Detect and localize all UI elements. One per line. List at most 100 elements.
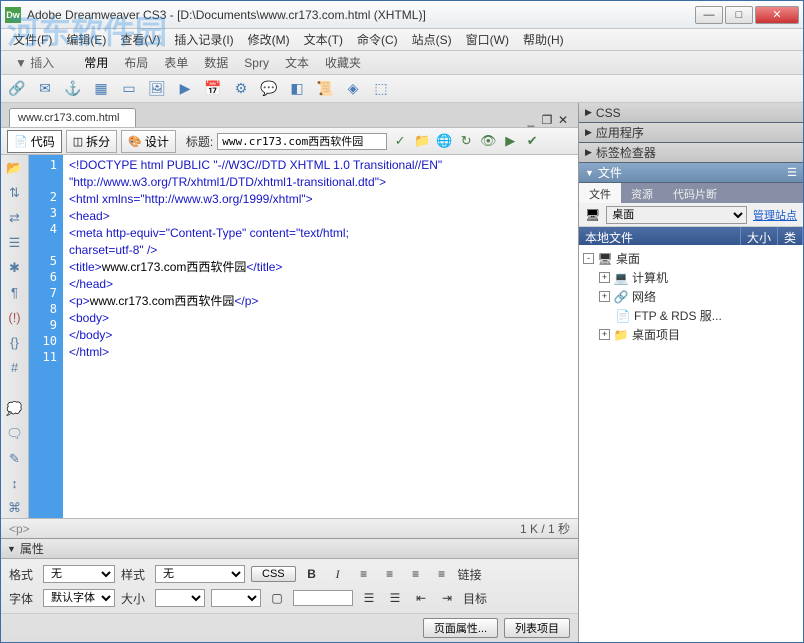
style-select[interactable]: 无 [155, 565, 245, 583]
insert-tab[interactable]: 收藏夹 [317, 53, 369, 73]
files-tab[interactable]: 文件 [579, 183, 621, 203]
panel-menu-icon[interactable]: ☰ [787, 166, 797, 179]
align-center-icon[interactable]: ≡ [380, 565, 400, 583]
align-right-icon[interactable]: ≡ [406, 565, 426, 583]
list-item-button[interactable]: 列表项目 [504, 618, 570, 638]
code-area[interactable]: <!DOCTYPE html PUBLIC "-//W3C//DTD XHTML… [63, 155, 578, 518]
menu-item[interactable]: 编辑(E) [60, 29, 112, 50]
menu-item[interactable]: 窗口(W) [460, 29, 515, 50]
col-type[interactable]: 类 [778, 227, 803, 245]
tree-item[interactable]: +🔗网络 [581, 287, 801, 306]
head-icon[interactable]: ◧ [287, 79, 307, 99]
tag-chooser-icon[interactable]: ⬚ [371, 79, 391, 99]
media-icon[interactable]: ▶ [175, 79, 195, 99]
menu-item[interactable]: 站点(S) [406, 29, 458, 50]
expand-icon[interactable]: + [599, 329, 610, 340]
file-manage-icon[interactable]: 📁 [413, 132, 431, 150]
insert-tab[interactable]: 文本 [277, 53, 317, 73]
check-icon[interactable]: ✔ [523, 132, 541, 150]
menu-item[interactable]: 帮助(H) [517, 29, 570, 50]
tree-item[interactable]: +📁桌面项目 [581, 325, 801, 344]
ol-icon[interactable]: ☰ [385, 589, 405, 607]
title-input[interactable] [217, 133, 387, 150]
menu-item[interactable]: 修改(M) [242, 29, 296, 50]
menu-item[interactable]: 查看(V) [114, 29, 166, 50]
remove-comment-icon[interactable]: 🗨 [5, 425, 25, 444]
size-select[interactable] [155, 589, 205, 607]
bold-button[interactable]: B [302, 565, 322, 583]
image-icon[interactable]: 🖼 [147, 79, 167, 99]
italic-button[interactable]: I [328, 565, 348, 583]
refresh-icon[interactable]: ↻ [457, 132, 475, 150]
insert-tab[interactable]: 表单 [156, 53, 196, 73]
css-button[interactable]: CSS [251, 566, 296, 582]
maximize-button[interactable]: □ [725, 6, 753, 24]
expand-icon[interactable]: ⇄ [5, 209, 25, 228]
size-unit-select[interactable] [211, 589, 261, 607]
outdent-icon[interactable]: ⇤ [411, 589, 431, 607]
close-button[interactable]: ✕ [755, 6, 799, 24]
menu-item[interactable]: 文件(F) [7, 29, 58, 50]
select-parent-icon[interactable]: ☰ [5, 233, 25, 252]
align-justify-icon[interactable]: ≡ [432, 565, 452, 583]
split-view-button[interactable]: ◫拆分 [66, 130, 117, 153]
insert-tab[interactable]: 数据 [196, 53, 236, 73]
collapse-icon[interactable]: ⇅ [5, 184, 25, 203]
tag-panel-header[interactable]: ▶标签检查器 [579, 143, 803, 163]
hyperlink-icon[interactable]: 🔗 [7, 79, 27, 99]
comment-icon[interactable]: 💬 [259, 79, 279, 99]
files-tab[interactable]: 资源 [621, 183, 663, 203]
indent-icon[interactable]: ⇥ [437, 589, 457, 607]
script-icon[interactable]: 📜 [315, 79, 335, 99]
tree-item[interactable]: +💻计算机 [581, 268, 801, 287]
insert-dropdown[interactable]: ▼ 插入 [7, 51, 62, 74]
font-select[interactable]: 默认字体 [43, 589, 115, 607]
page-properties-button[interactable]: 页面属性... [423, 618, 498, 638]
doc-restore-icon[interactable]: ❐ [540, 113, 554, 127]
balance-braces-icon[interactable]: ✱ [5, 258, 25, 277]
doc-minimize-icon[interactable]: _ [524, 113, 538, 127]
document-tab[interactable]: www.cr173.com.html [9, 108, 136, 127]
css-panel-header[interactable]: ▶CSS [579, 103, 803, 123]
insert-tab[interactable]: 布局 [116, 53, 156, 73]
recent-snippets-icon[interactable]: ✎ [5, 449, 25, 468]
design-view-button[interactable]: 🎨设计 [121, 130, 176, 153]
line-numbers-icon[interactable]: ¶ [5, 283, 25, 302]
menu-item[interactable]: 插入记录(I) [168, 29, 239, 50]
tree-item[interactable]: -🖥桌面 [581, 249, 801, 268]
menu-item[interactable]: 文本(T) [298, 29, 349, 50]
server-icon[interactable]: ⚙ [231, 79, 251, 99]
format-icon[interactable]: ⌘ [5, 499, 25, 518]
code-view-button[interactable]: 📄代码 [7, 130, 62, 153]
table-icon[interactable]: ▦ [91, 79, 111, 99]
insert-tab[interactable]: 常用 [76, 53, 116, 73]
anchor-icon[interactable]: ⚓ [63, 79, 83, 99]
email-icon[interactable]: ✉ [35, 79, 55, 99]
syntax-icon[interactable]: {} [5, 333, 25, 352]
expand-icon[interactable]: + [599, 291, 610, 302]
highlight-icon[interactable]: (!) [5, 308, 25, 327]
move-icon[interactable]: ↕ [5, 474, 25, 493]
open-docs-icon[interactable]: 📂 [5, 159, 25, 178]
format-select[interactable]: 无 [43, 565, 115, 583]
expand-icon[interactable]: - [583, 253, 594, 264]
col-size[interactable]: 大小 [741, 227, 778, 245]
properties-header[interactable]: ▼ 属性 [1, 539, 578, 559]
col-local[interactable]: 本地文件 [579, 227, 741, 245]
site-select[interactable]: 桌面 [606, 206, 747, 224]
tag-selector[interactable]: <p> [9, 522, 30, 536]
manage-sites-link[interactable]: 管理站点 [753, 207, 797, 223]
expand-icon[interactable]: + [599, 272, 610, 283]
templates-icon[interactable]: ◈ [343, 79, 363, 99]
word-wrap-icon[interactable]: # [5, 358, 25, 377]
color-input[interactable] [293, 590, 353, 606]
insert-tab[interactable]: Spry [236, 53, 277, 73]
spell-check-icon[interactable]: ✓ [391, 132, 409, 150]
menu-item[interactable]: 命令(C) [351, 29, 404, 50]
validate-icon[interactable]: ▶ [501, 132, 519, 150]
div-icon[interactable]: ▭ [119, 79, 139, 99]
ul-icon[interactable]: ☰ [359, 589, 379, 607]
doc-close-icon[interactable]: ✕ [556, 113, 570, 127]
align-left-icon[interactable]: ≡ [354, 565, 374, 583]
apply-comment-icon[interactable]: 💭 [5, 400, 25, 419]
